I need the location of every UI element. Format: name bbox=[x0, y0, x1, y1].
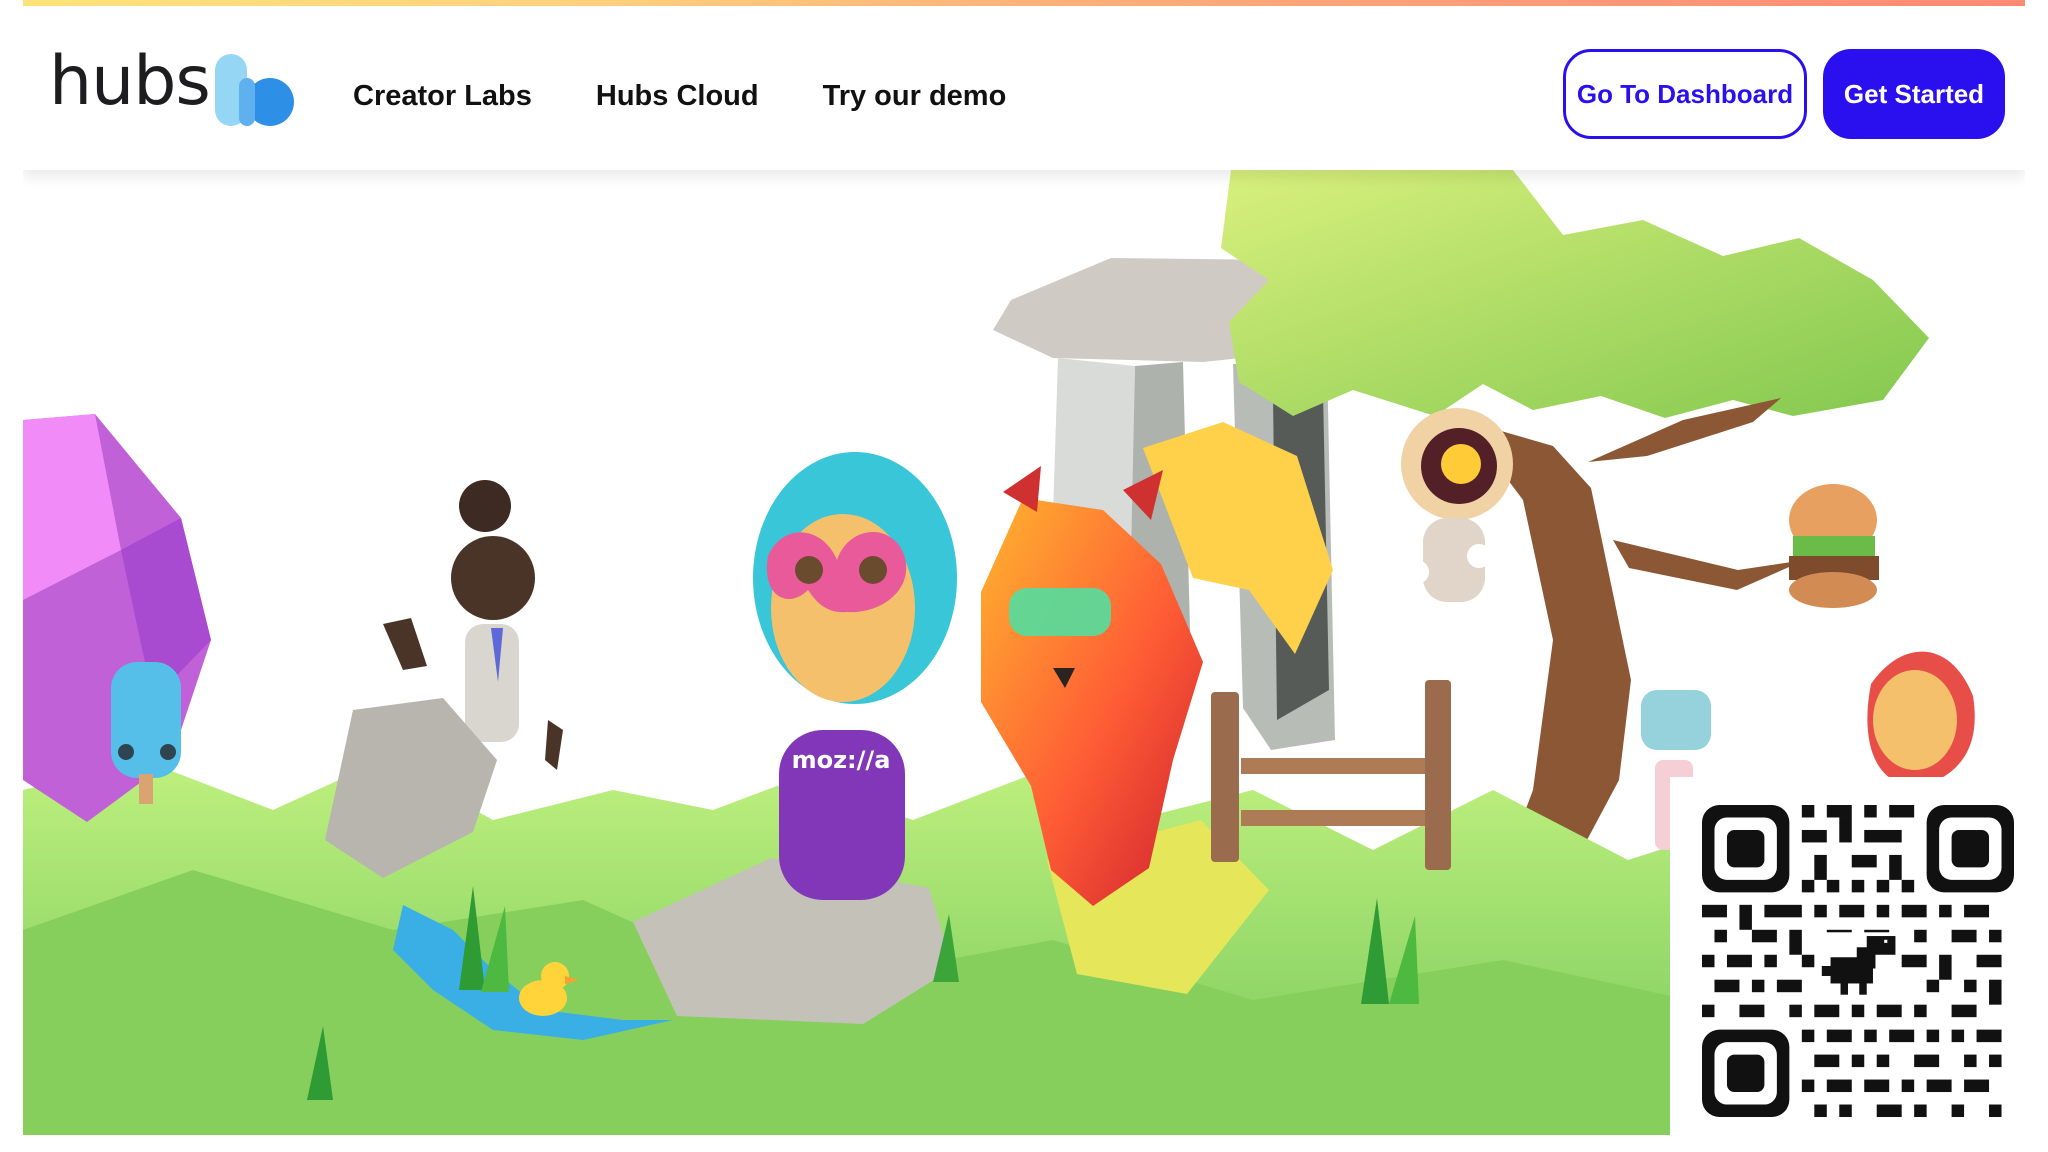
dinosaur-icon bbox=[1816, 932, 1900, 998]
hubs-logo[interactable]: hubs bbox=[49, 44, 299, 128]
go-to-dashboard-button[interactable]: Go To Dashboard bbox=[1563, 49, 1807, 139]
header: hubs Creator Labs Hubs Cloud Try our dem… bbox=[23, 6, 2025, 170]
burger-object bbox=[1789, 484, 1879, 608]
page: hubs Creator Labs Hubs Cloud Try our dem… bbox=[23, 0, 2025, 1152]
nav-creator-labs[interactable]: Creator Labs bbox=[353, 81, 532, 111]
main-nav: Creator Labs Hubs Cloud Try our demo bbox=[353, 72, 1006, 120]
nav-hubs-cloud[interactable]: Hubs Cloud bbox=[596, 81, 759, 111]
mozilla-shirt-text: moz://a bbox=[792, 746, 891, 774]
qr-code-panel bbox=[1670, 777, 2025, 1152]
logo-text: hubs bbox=[49, 42, 211, 121]
qr-code-icon bbox=[1702, 805, 2014, 1117]
get-started-button[interactable]: Get Started bbox=[1823, 49, 2005, 139]
hubs-logo-icon bbox=[215, 54, 294, 126]
nav-try-demo[interactable]: Try our demo bbox=[823, 81, 1007, 111]
